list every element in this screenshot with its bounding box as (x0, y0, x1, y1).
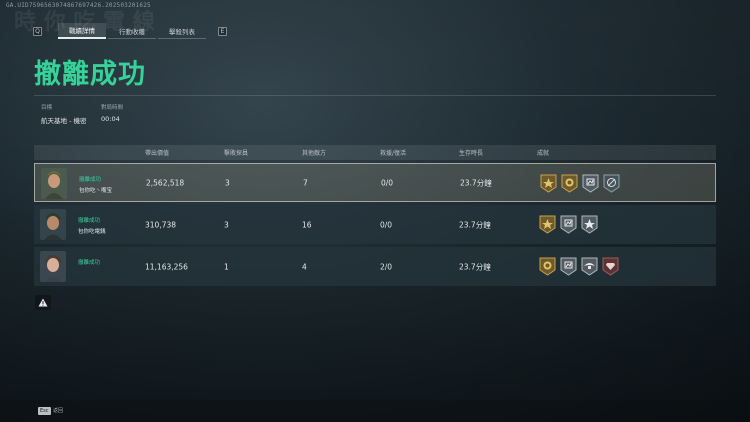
silver-wing-medal-icon[interactable] (581, 257, 598, 276)
rescue-cell: 2/0 (380, 262, 393, 271)
other-cell: 4 (302, 262, 307, 271)
tab-loot[interactable]: 行動收穫 (108, 23, 156, 39)
player-info: 撤離成功 包你吃丶嘴宝 (79, 175, 112, 194)
kills-cell: 1 (224, 262, 229, 271)
header-survival: 生存時長 (459, 150, 484, 157)
target-value: 航天基地 - 機密 (41, 117, 87, 125)
other-cell: 16 (302, 220, 312, 229)
player-name: 包你吃丶嘴宝 (79, 188, 113, 194)
next-tab-key-hint[interactable]: E (218, 26, 227, 36)
survival-cell: 23.7分鐘 (460, 178, 492, 187)
rescue-cell: 0/0 (380, 220, 393, 229)
results-table: 帶出價值 擊敗探員 其他敵方 救援/復活 生存時長 成就 撤離成功 包你吃丶嘴宝… (34, 145, 716, 286)
achievement-medals (539, 257, 619, 276)
gold-sun-medal-icon[interactable] (539, 257, 556, 276)
other-cell: 7 (303, 178, 308, 187)
header-other: 其他敵方 (302, 150, 327, 157)
survival-cell: 23.7分鐘 (459, 220, 491, 229)
header-achievements: 成就 (537, 150, 550, 157)
player-uid: GA.UID7596563074867697426.202503201625 (6, 2, 151, 9)
survival-cell: 23.7分鐘 (459, 262, 491, 271)
achievement-medals (540, 174, 620, 193)
red-gem-medal-icon[interactable] (602, 257, 619, 276)
silver-star-medal-icon[interactable] (581, 215, 598, 234)
tab-kill-list[interactable]: 擊殺列表 (158, 23, 206, 39)
back-label[interactable]: 返回 (53, 407, 63, 414)
gold-sun-medal-icon[interactable] (561, 174, 578, 193)
player-name: 包你吃電銭 (78, 229, 106, 235)
kills-cell: 3 (225, 178, 230, 187)
silver-chart-medal-icon[interactable] (582, 174, 599, 193)
player-info: 撤離成功 (78, 258, 100, 269)
extract-status: 撤離成功 (78, 260, 101, 266)
rescue-cell: 0/0 (381, 178, 394, 187)
achievement-medals (539, 215, 598, 234)
tab-battle-details[interactable]: 戰績詳情 (58, 23, 106, 39)
match-time-info: 對局時間 00:04 (101, 103, 123, 123)
gold-star-medal-icon[interactable] (540, 174, 557, 193)
table-row[interactable]: 撤離成功 包你吃電銭 310,738 3 16 0/0 23.7分鐘 (34, 205, 716, 244)
table-row[interactable]: 撤離成功 包你吃丶嘴宝 2,562,518 3 7 0/0 23.7分鐘 (34, 163, 716, 202)
match-time-label: 對局時間 (101, 105, 124, 111)
operator-avatar (40, 251, 66, 282)
operator-avatar (40, 209, 66, 240)
footer-bar: Esc 返回 (0, 400, 750, 422)
warning-triangle-icon (38, 298, 48, 307)
table-header: 帶出價值 擊敗探員 其他敵方 救援/復活 生存時長 成就 (34, 145, 716, 160)
player-info: 撤離成功 包你吃電銭 (78, 216, 106, 235)
esc-key-hint[interactable]: Esc (38, 407, 51, 415)
operator-avatar (41, 168, 67, 199)
table-row[interactable]: 撤離成功 11,163,256 1 4 2/0 23.7分鐘 (34, 247, 716, 286)
report-warning-button[interactable] (35, 295, 51, 310)
silver-chart-medal-icon[interactable] (560, 215, 577, 234)
page-title: 撤離成功 (34, 59, 146, 90)
tab-bar: Q 戰績詳情 行動收穫 擊殺列表 E (33, 23, 227, 39)
header-kills: 擊敗探員 (224, 150, 249, 157)
header-value: 帶出價值 (145, 150, 170, 157)
value-cell: 310,738 (145, 220, 177, 229)
prev-tab-key-hint[interactable]: Q (33, 26, 42, 36)
gold-star-medal-icon[interactable] (539, 215, 556, 234)
match-time-value: 00:04 (101, 115, 120, 123)
extract-status: 撤離成功 (78, 218, 101, 224)
header-rescue: 救援/復活 (380, 150, 407, 157)
target-info: 目標 航天基地 - 機密 (41, 103, 86, 125)
target-label: 目標 (41, 105, 53, 111)
silver-chart-medal-icon[interactable] (560, 257, 577, 276)
kills-cell: 3 (224, 220, 229, 229)
slate-target-medal-icon[interactable] (603, 174, 620, 193)
value-cell: 2,562,518 (146, 178, 185, 187)
value-cell: 11,163,256 (145, 262, 188, 271)
divider (34, 95, 716, 96)
extract-status: 撤離成功 (79, 177, 102, 183)
